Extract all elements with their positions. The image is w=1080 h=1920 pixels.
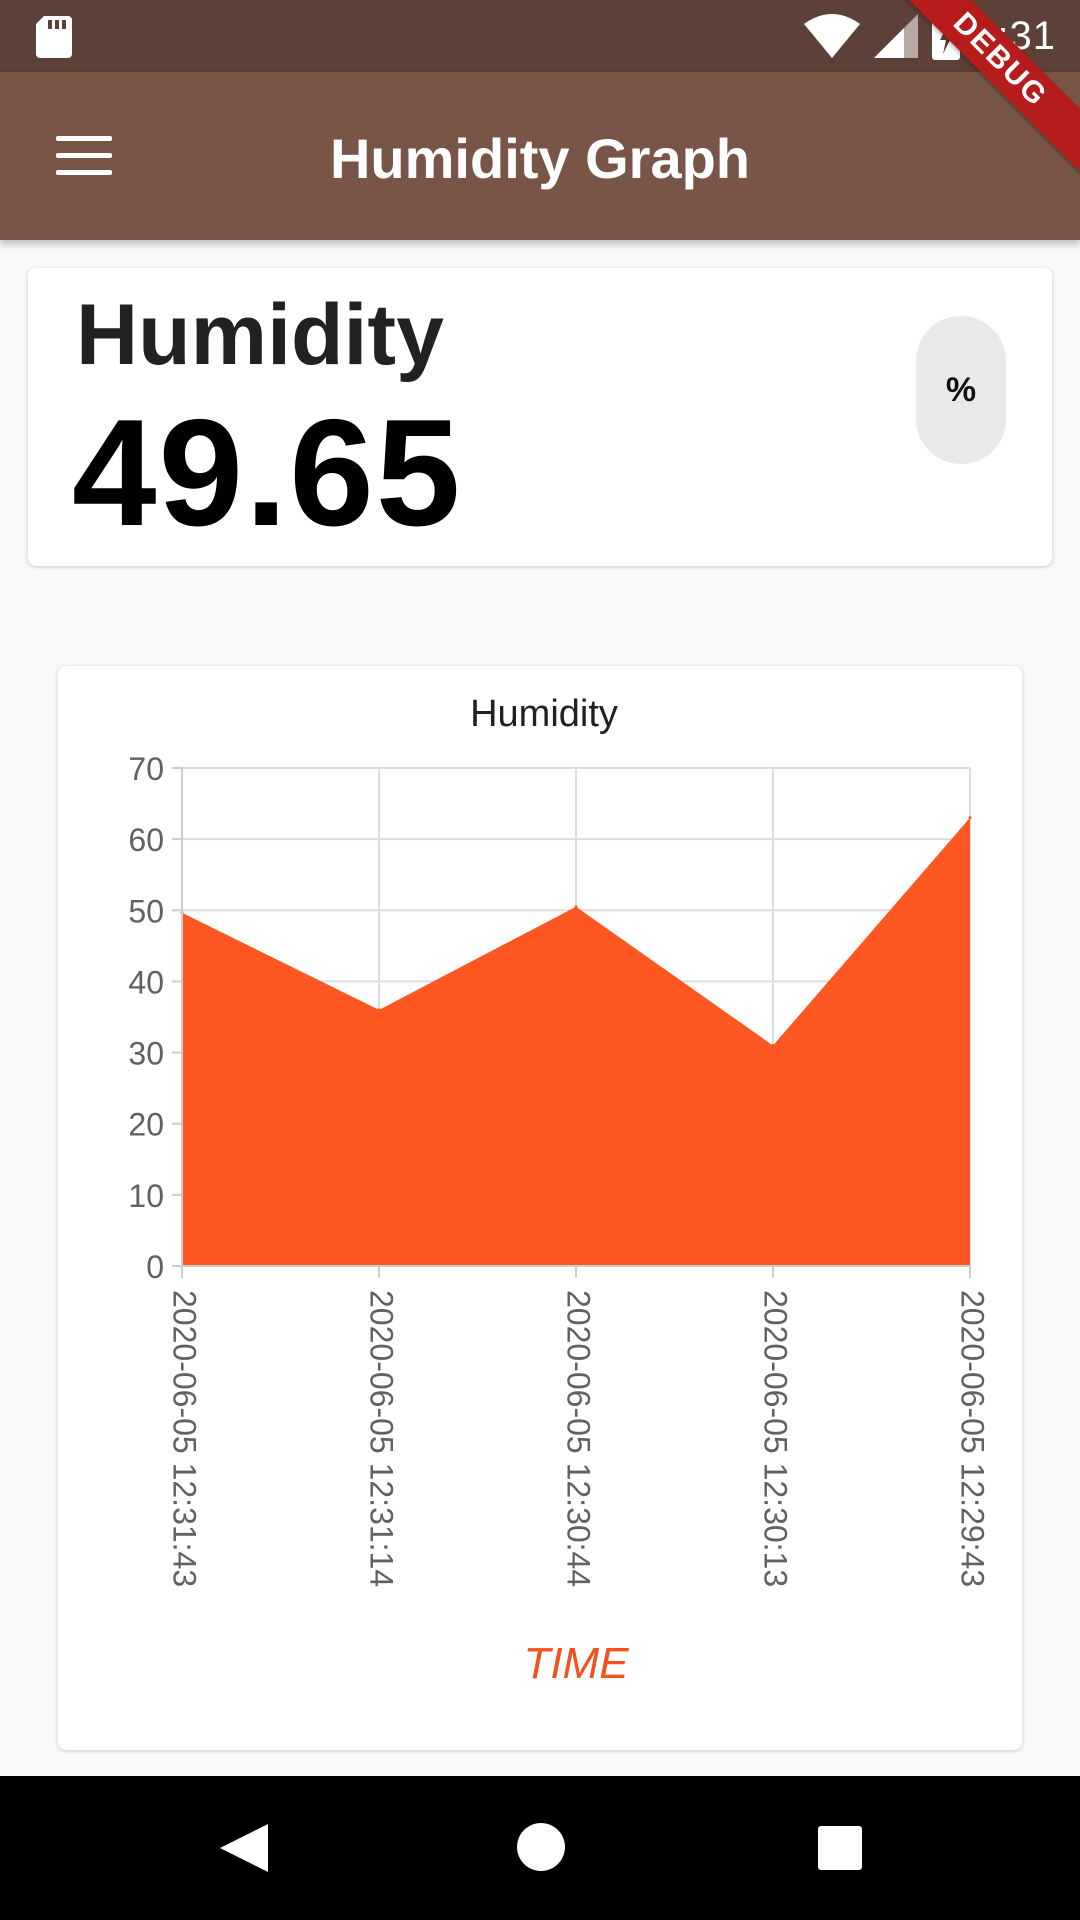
navigation-bar <box>0 1776 1080 1920</box>
cell-signal-icon <box>874 14 919 58</box>
data-point <box>574 905 578 909</box>
humidity-reading-card: Humidity 49.65 % <box>28 268 1052 566</box>
metric-label: Humidity <box>76 287 444 383</box>
chart-title: Humidity <box>470 693 618 735</box>
chart-card: Humidity 0 10 20 30 40 50 60 70 2020-06-05 12:31:… <box>58 666 1022 1750</box>
home-icon[interactable] <box>516 1822 566 1872</box>
data-point <box>968 816 972 820</box>
unit-label: % <box>945 370 977 409</box>
y-tick-label: 40 <box>128 964 164 1000</box>
x-tick-label: 2020-06-05 12:30:13 <box>758 1290 794 1587</box>
app-bar: Humidity Graph <box>0 72 1080 240</box>
y-tick-label: 20 <box>128 1107 164 1143</box>
x-tick-label: 2020-06-05 12:31:14 <box>364 1290 400 1587</box>
recents-icon[interactable] <box>818 1826 862 1870</box>
humidity-chart: Humidity 0 10 20 30 40 50 60 70 2020-06-05 12:31:… <box>128 693 991 1688</box>
y-tick-label: 0 <box>146 1249 164 1285</box>
wifi-icon <box>804 14 861 58</box>
y-tick-label: 10 <box>128 1178 164 1214</box>
y-tick-label: 30 <box>128 1036 164 1072</box>
y-tick-label: 70 <box>128 751 164 787</box>
x-tick-label: 2020-06-05 12:30:44 <box>561 1290 597 1587</box>
page-title: Humidity Graph <box>329 127 751 190</box>
y-tick-label: 60 <box>128 822 164 858</box>
back-icon[interactable] <box>216 1822 272 1874</box>
data-point <box>377 1008 381 1012</box>
sd-card-icon <box>36 16 72 58</box>
x-tick-label: 2020-06-05 12:31:43 <box>167 1290 203 1587</box>
data-point <box>771 1043 775 1047</box>
status-bar: 1:31 <box>0 0 1080 72</box>
x-tick-label: 2020-06-05 12:29:43 <box>955 1290 991 1587</box>
x-axis-label: TIME <box>523 1639 629 1688</box>
unit-chip[interactable]: % <box>916 316 1006 464</box>
y-tick-label: 50 <box>128 893 164 929</box>
metric-value: 49.65 <box>72 388 463 558</box>
